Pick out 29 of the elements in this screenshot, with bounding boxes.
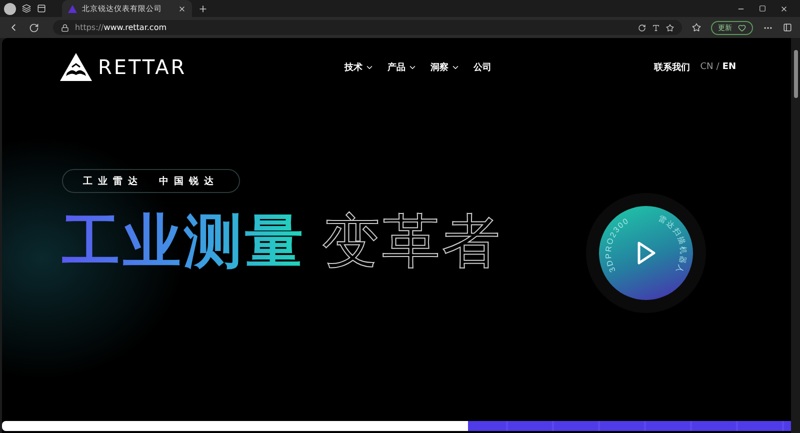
maximize-icon[interactable] xyxy=(759,4,766,12)
lock-icon xyxy=(61,24,69,32)
logo-wordmark[interactable]: RETTAR xyxy=(98,55,187,79)
workspaces-icon[interactable] xyxy=(22,4,31,13)
headline-outline-text: 变革者 xyxy=(322,206,502,277)
nav-link[interactable]: 技术 xyxy=(344,60,374,74)
language-link[interactable]: EN xyxy=(722,62,736,72)
play-icon xyxy=(636,241,656,265)
language-link[interactable]: CN xyxy=(700,62,714,72)
tagline-pill: 工业雷达 中国锐达 xyxy=(62,169,240,193)
nav-link[interactable]: 产品 xyxy=(388,60,417,74)
new-tab-icon[interactable] xyxy=(198,4,208,14)
refresh-icon[interactable] xyxy=(29,22,39,32)
nav-link[interactable]: 公司 xyxy=(474,60,492,74)
profile-avatar[interactable] xyxy=(4,2,16,14)
star-icon[interactable] xyxy=(666,24,674,32)
language-separator: / xyxy=(716,62,720,72)
tab-actions-icon[interactable] xyxy=(37,4,46,13)
logo-icon[interactable] xyxy=(60,53,92,81)
heart-icon xyxy=(738,24,746,32)
contact-link[interactable]: 联系我们 xyxy=(654,60,690,74)
triangle-logo-icon xyxy=(68,4,77,12)
sidebar-icon[interactable] xyxy=(783,23,792,32)
scrollbar-thumb[interactable] xyxy=(794,50,798,98)
close-icon[interactable] xyxy=(178,4,186,12)
favorites-icon[interactable] xyxy=(692,23,701,32)
nav-link[interactable]: 洞察 xyxy=(430,60,460,74)
address-bar[interactable]: https://www.rettar.com xyxy=(53,20,682,35)
close-icon[interactable] xyxy=(780,4,788,12)
